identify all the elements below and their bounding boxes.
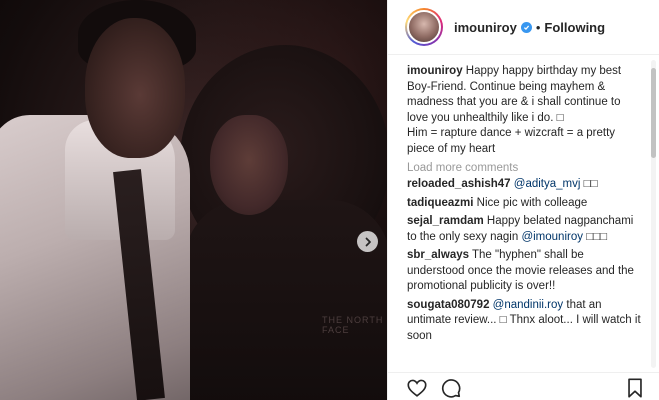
save-button[interactable] bbox=[624, 377, 646, 399]
caption-text-line2: Him = rapture dance + wizcraft = a prett… bbox=[407, 127, 616, 155]
heart-icon bbox=[407, 379, 427, 397]
comment-item: sbr_always The "hyphen" shall be underst… bbox=[407, 248, 644, 295]
post-caption: imouniroy Happy happy birthday my best B… bbox=[407, 64, 644, 157]
comment-item: tadiqueazmi Nice pic with colleage bbox=[407, 196, 644, 212]
post-sidebar: imouniroy • Following imouniroy Happy ha… bbox=[387, 0, 659, 400]
woman-body bbox=[185, 200, 387, 400]
comment-mention[interactable]: @nandinii.roy bbox=[493, 299, 564, 311]
comment-username[interactable]: tadiqueazmi bbox=[407, 197, 473, 209]
comment-button[interactable] bbox=[440, 377, 462, 399]
avatar-image bbox=[407, 10, 441, 44]
header-separator: • bbox=[535, 19, 541, 35]
action-bar bbox=[388, 372, 659, 400]
comment-mention[interactable]: @aditya_mvj bbox=[514, 178, 581, 190]
next-arrow-icon bbox=[365, 237, 371, 246]
comment-icon bbox=[441, 379, 461, 398]
like-button[interactable] bbox=[406, 377, 428, 399]
instagram-post: THE NORTH FACE imouniroy • Following imo… bbox=[0, 0, 659, 400]
verified-badge-icon bbox=[520, 21, 532, 33]
comment-text: Nice pic with colleage bbox=[476, 196, 588, 209]
load-more-comments-link[interactable]: Load more comments bbox=[407, 162, 644, 174]
comment-item: sougata080792 @nandinii.roy that an unti… bbox=[407, 298, 644, 345]
scrollbar-thumb[interactable] bbox=[651, 68, 656, 158]
comment-username[interactable]: reloaded_ashish47 bbox=[407, 178, 511, 190]
woman-face bbox=[210, 115, 288, 215]
avatar[interactable] bbox=[405, 8, 443, 46]
jacket-logo: THE NORTH FACE bbox=[322, 315, 384, 335]
header-username[interactable]: imouniroy bbox=[454, 20, 517, 35]
following-button[interactable]: Following bbox=[544, 20, 605, 35]
post-photo[interactable]: THE NORTH FACE bbox=[0, 0, 387, 400]
comment-item: reloaded_ashish47 @aditya_mvj □□ bbox=[407, 177, 644, 193]
comments-scrollbar[interactable] bbox=[651, 60, 656, 368]
bookmark-icon bbox=[628, 378, 642, 398]
comment-username[interactable]: sougata080792 bbox=[407, 299, 489, 311]
comment-text-after: □□□ bbox=[586, 230, 608, 243]
comment-username[interactable]: sejal_ramdam bbox=[407, 215, 484, 227]
comment-item: sejal_ramdam Happy belated nagpanchami t… bbox=[407, 214, 644, 245]
next-photo-button[interactable] bbox=[357, 231, 378, 252]
comment-username[interactable]: sbr_always bbox=[407, 249, 469, 261]
post-header: imouniroy • Following bbox=[388, 0, 659, 55]
comment-mention[interactable]: @imouniroy bbox=[521, 231, 583, 243]
comments-list: imouniroy Happy happy birthday my best B… bbox=[388, 64, 650, 370]
man-head bbox=[85, 18, 185, 158]
comment-text: □□ bbox=[583, 178, 598, 190]
caption-username[interactable]: imouniroy bbox=[407, 65, 463, 77]
